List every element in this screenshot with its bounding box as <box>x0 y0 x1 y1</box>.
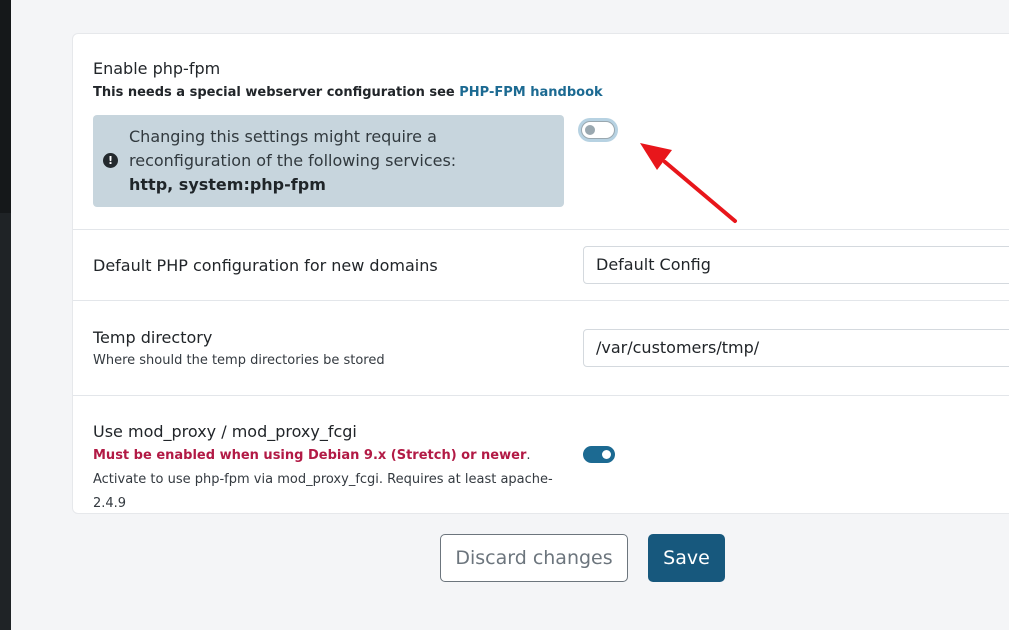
php-fpm-help-text: This needs a special webserver configura… <box>93 85 460 100</box>
setting-row-temp-directory: Temp directory Where should the temp dir… <box>73 301 1009 396</box>
alert-message: Changing this settings might require a r… <box>129 125 549 197</box>
setting-row-default-php-config: Default PHP configuration for new domain… <box>73 230 1009 301</box>
php-fpm-help: This needs a special webserver configura… <box>93 81 603 105</box>
left-sidebar-rail <box>0 0 11 630</box>
discard-changes-button[interactable]: Discard changes <box>440 534 628 582</box>
mod-proxy-help: Must be enabled when using Debian 9.x (S… <box>93 444 563 516</box>
temp-directory-help: Where should the temp directories be sto… <box>93 353 385 368</box>
php-fpm-toggle-knob <box>585 125 595 135</box>
reconfiguration-alert: ! Changing this settings might require a… <box>93 115 564 207</box>
exclamation-circle-icon: ! <box>103 153 118 168</box>
mod-proxy-warning: Must be enabled when using Debian 9.x (S… <box>93 448 527 463</box>
default-php-config-select[interactable]: Default Config <box>583 246 1009 284</box>
mod-proxy-label: Use mod_proxy / mod_proxy_fcgi <box>93 422 357 441</box>
php-fpm-handbook-link[interactable]: PHP-FPM handbook <box>459 85 602 100</box>
default-php-config-label: Default PHP configuration for new domain… <box>93 256 438 275</box>
temp-directory-label: Temp directory <box>93 328 213 347</box>
alert-services: http, system:php-fpm <box>129 175 326 194</box>
php-fpm-label: Enable php-fpm <box>93 59 221 78</box>
settings-card: Enable php-fpm This needs a special webs… <box>72 33 1009 514</box>
setting-row-mod-proxy: Use mod_proxy / mod_proxy_fcgi Must be e… <box>73 396 1009 515</box>
save-button[interactable]: Save <box>648 534 725 582</box>
setting-row-php-fpm: Enable php-fpm This needs a special webs… <box>73 34 1009 230</box>
alert-line: Changing this settings might require a r… <box>129 127 457 170</box>
temp-directory-input[interactable]: /var/customers/tmp/ <box>583 329 1009 367</box>
mod-proxy-toggle-knob <box>602 450 611 459</box>
php-fpm-toggle[interactable] <box>581 121 615 139</box>
mod-proxy-toggle[interactable] <box>583 446 615 463</box>
left-sidebar-rail-top <box>0 0 11 213</box>
